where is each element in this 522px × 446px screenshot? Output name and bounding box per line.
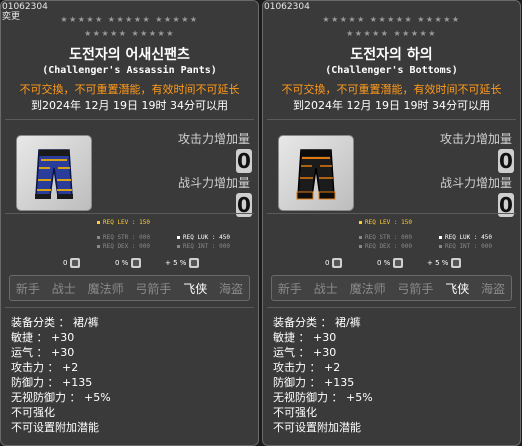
no-additional-potential: 不可设置附加潜能 [11,421,99,434]
req-str: REQ STR : 000 [359,234,412,242]
boss-damage: 0 % [115,258,142,268]
job-pirate: 海盗 [219,281,244,296]
job-magician: 魔法师 [349,281,386,296]
item-name: 도전자의 하의 [350,47,433,63]
hammer-icon [70,258,81,268]
combat-increase-label: 战斗力增加量 [177,176,250,190]
no-additional-potential: 不可设置附加潜能 [273,421,361,434]
job-beginner: 新手 [15,281,40,296]
req-dex: REQ DEX : 000 [359,243,412,251]
req-luk: REQ LUK : 450 [177,234,230,242]
attack-increase-value: 0 [236,149,252,173]
req-level: REQ LEV : 150 [359,219,412,227]
skull-icon [393,258,404,268]
trade-warning: 不可交換，不可重置潛能，有效时间不可延长 [281,83,502,96]
stat-ignore-defense: 无视防御力 ： +5% [273,391,373,404]
shield-icon [189,258,200,268]
star-force-row-1: ★★★★★ ★★★★★ ★★★★★ [322,15,461,24]
stat-attack: 攻击力 ： +2 [11,361,79,374]
item-name: 도전자의 어새신팬츠 [69,47,190,63]
divider [267,119,516,120]
job-class-bar: 新手 战士 魔法师 弓箭手 飞侠 海盗 [9,275,250,301]
no-enhance: 不可强化 [11,406,55,419]
job-warrior: 战士 [313,281,338,296]
ignore-defense: + 5 % [427,258,462,268]
trade-warning: 不可交換，不可重置潛能，有效时间不可延长 [19,83,240,96]
req-level: REQ LEV : 150 [97,219,150,227]
star-force-row-1: ★★★★★ ★★★★★ ★★★★★ [60,15,199,24]
item-tooltip-left: 01062304 奕更 ★★★★★ ★★★★★ ★★★★★ ★★★★★ ★★★★… [0,0,259,446]
job-beginner: 新手 [277,281,302,296]
upgrade-slots: 0 [63,258,81,268]
job-class-bar: 新手 战士 魔法师 弓箭手 飞侠 海盗 [271,275,512,301]
equip-category: 装备分类 ： 裙/裤 [273,316,361,329]
expire-date: 到2024年 12月 19日 19时 34分可以用 [293,99,490,112]
star-force-row-2: ★★★★★ ★★★★★ [84,29,175,38]
item-id: 01062304 [264,2,310,12]
attack-increase-value: 0 [498,149,514,173]
divider [267,307,516,308]
job-thief: 飞侠 [183,281,208,296]
item-tooltip-right: 01062304 ★★★★★ ★★★★★ ★★★★★ ★★★★★ ★★★★★ 도… [262,0,521,446]
item-name-english: (Challenger's Assassin Pants) [42,65,217,76]
item-icon-frame [16,135,92,211]
stat-luk: 运气 ： +30 [273,346,337,359]
stat-dex: 敏捷 ： +30 [273,331,337,344]
divider [5,307,254,308]
req-int: REQ INT : 000 [177,243,230,251]
divider [267,213,516,214]
req-int: REQ INT : 000 [439,243,492,251]
job-warrior: 战士 [51,281,76,296]
boss-damage: 0 % [377,258,404,268]
skull-icon [131,258,142,268]
job-archer: 弓箭手 [135,281,172,296]
divider [5,213,254,214]
attack-increase-label: 攻击力增加量 [177,132,250,146]
job-archer: 弓箭手 [397,281,434,296]
equip-category: 装备分类 ： 裙/裤 [11,316,99,329]
ignore-defense: + 5 % [165,258,200,268]
shield-icon [451,258,462,268]
hammer-icon [332,258,343,268]
star-force-row-2: ★★★★★ ★★★★★ [346,29,437,38]
job-magician: 魔法师 [87,281,124,296]
no-enhance: 不可强化 [273,406,317,419]
expire-date: 到2024年 12月 19日 19时 34分可以用 [31,99,228,112]
upgrade-slots: 0 [325,258,343,268]
req-dex: REQ DEX : 000 [97,243,150,251]
job-pirate: 海盗 [481,281,506,296]
req-str: REQ STR : 000 [97,234,150,242]
stat-defense: 防御力 ： +135 [11,376,93,389]
item-id: 01062304 [2,2,48,12]
assassin-pants-icon [35,149,73,199]
job-thief: 飞侠 [445,281,470,296]
stat-defense: 防御力 ： +135 [273,376,355,389]
attack-increase-label: 攻击力增加量 [439,132,512,146]
bottoms-icon [296,149,336,200]
stat-luk: 运气 ： +30 [11,346,75,359]
stat-attack: 攻击力 ： +2 [273,361,341,374]
stat-ignore-defense: 无视防御力 ： +5% [11,391,111,404]
item-icon-frame [278,135,354,211]
divider [5,119,254,120]
item-name-english: (Challenger's Bottoms) [325,65,458,76]
stat-dex: 敏捷 ： +30 [11,331,75,344]
req-luk: REQ LUK : 450 [439,234,492,242]
combat-increase-label: 战斗力增加量 [439,176,512,190]
